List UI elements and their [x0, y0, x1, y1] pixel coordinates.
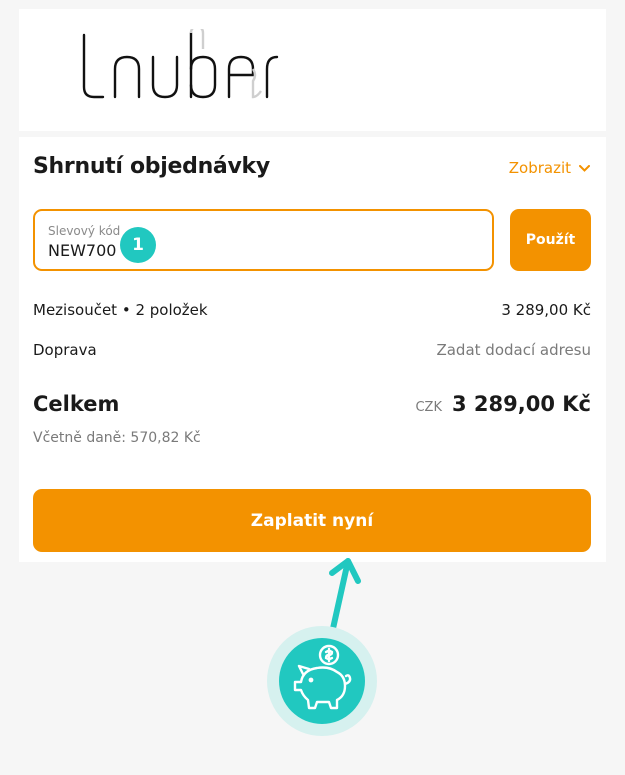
step-number-badge: 1 [120, 227, 156, 263]
shipping-value: Zadat dodací adresu [436, 341, 591, 359]
subtotal-value: 3 289,00 Kč [501, 301, 591, 319]
discount-code-input[interactable] [48, 241, 348, 260]
show-details-toggle[interactable]: Zobrazit [509, 159, 590, 177]
tax-note: Včetně daně: 570,82 Kč [33, 430, 201, 446]
discount-code-label: Slevový kód [48, 224, 121, 238]
subtotal-row: Mezisoučet • 2 položek 3 289,00 Kč [33, 301, 591, 319]
summary-title: Shrnutí objednávky [33, 154, 270, 179]
total-currency: CZK [415, 400, 442, 415]
order-summary-card: Shrnutí objednávky Zobrazit Slevový kód … [19, 137, 606, 562]
apply-discount-button[interactable]: Použít [510, 209, 591, 271]
lauben-logo [82, 29, 279, 99]
shipping-label: Doprava [33, 341, 97, 359]
piggy-bank-icon [293, 644, 352, 710]
toggle-label: Zobrazit [508, 159, 571, 177]
chevron-down-icon [579, 164, 590, 172]
total-row: Celkem CZK 3 289,00 Kč [33, 392, 591, 416]
shipping-row: Doprava Zadat dodací adresu [33, 341, 591, 359]
pay-now-button[interactable]: Zaplatit nyní [33, 489, 591, 552]
piggy-bank-badge [267, 626, 377, 736]
arrow-icon [329, 558, 361, 635]
total-label: Celkem [33, 392, 120, 416]
header [19, 9, 606, 131]
discount-code-field[interactable]: Slevový kód [33, 209, 494, 271]
subtotal-label: Mezisoučet • 2 položek [33, 301, 208, 319]
total-amount: 3 289,00 Kč [452, 392, 591, 416]
